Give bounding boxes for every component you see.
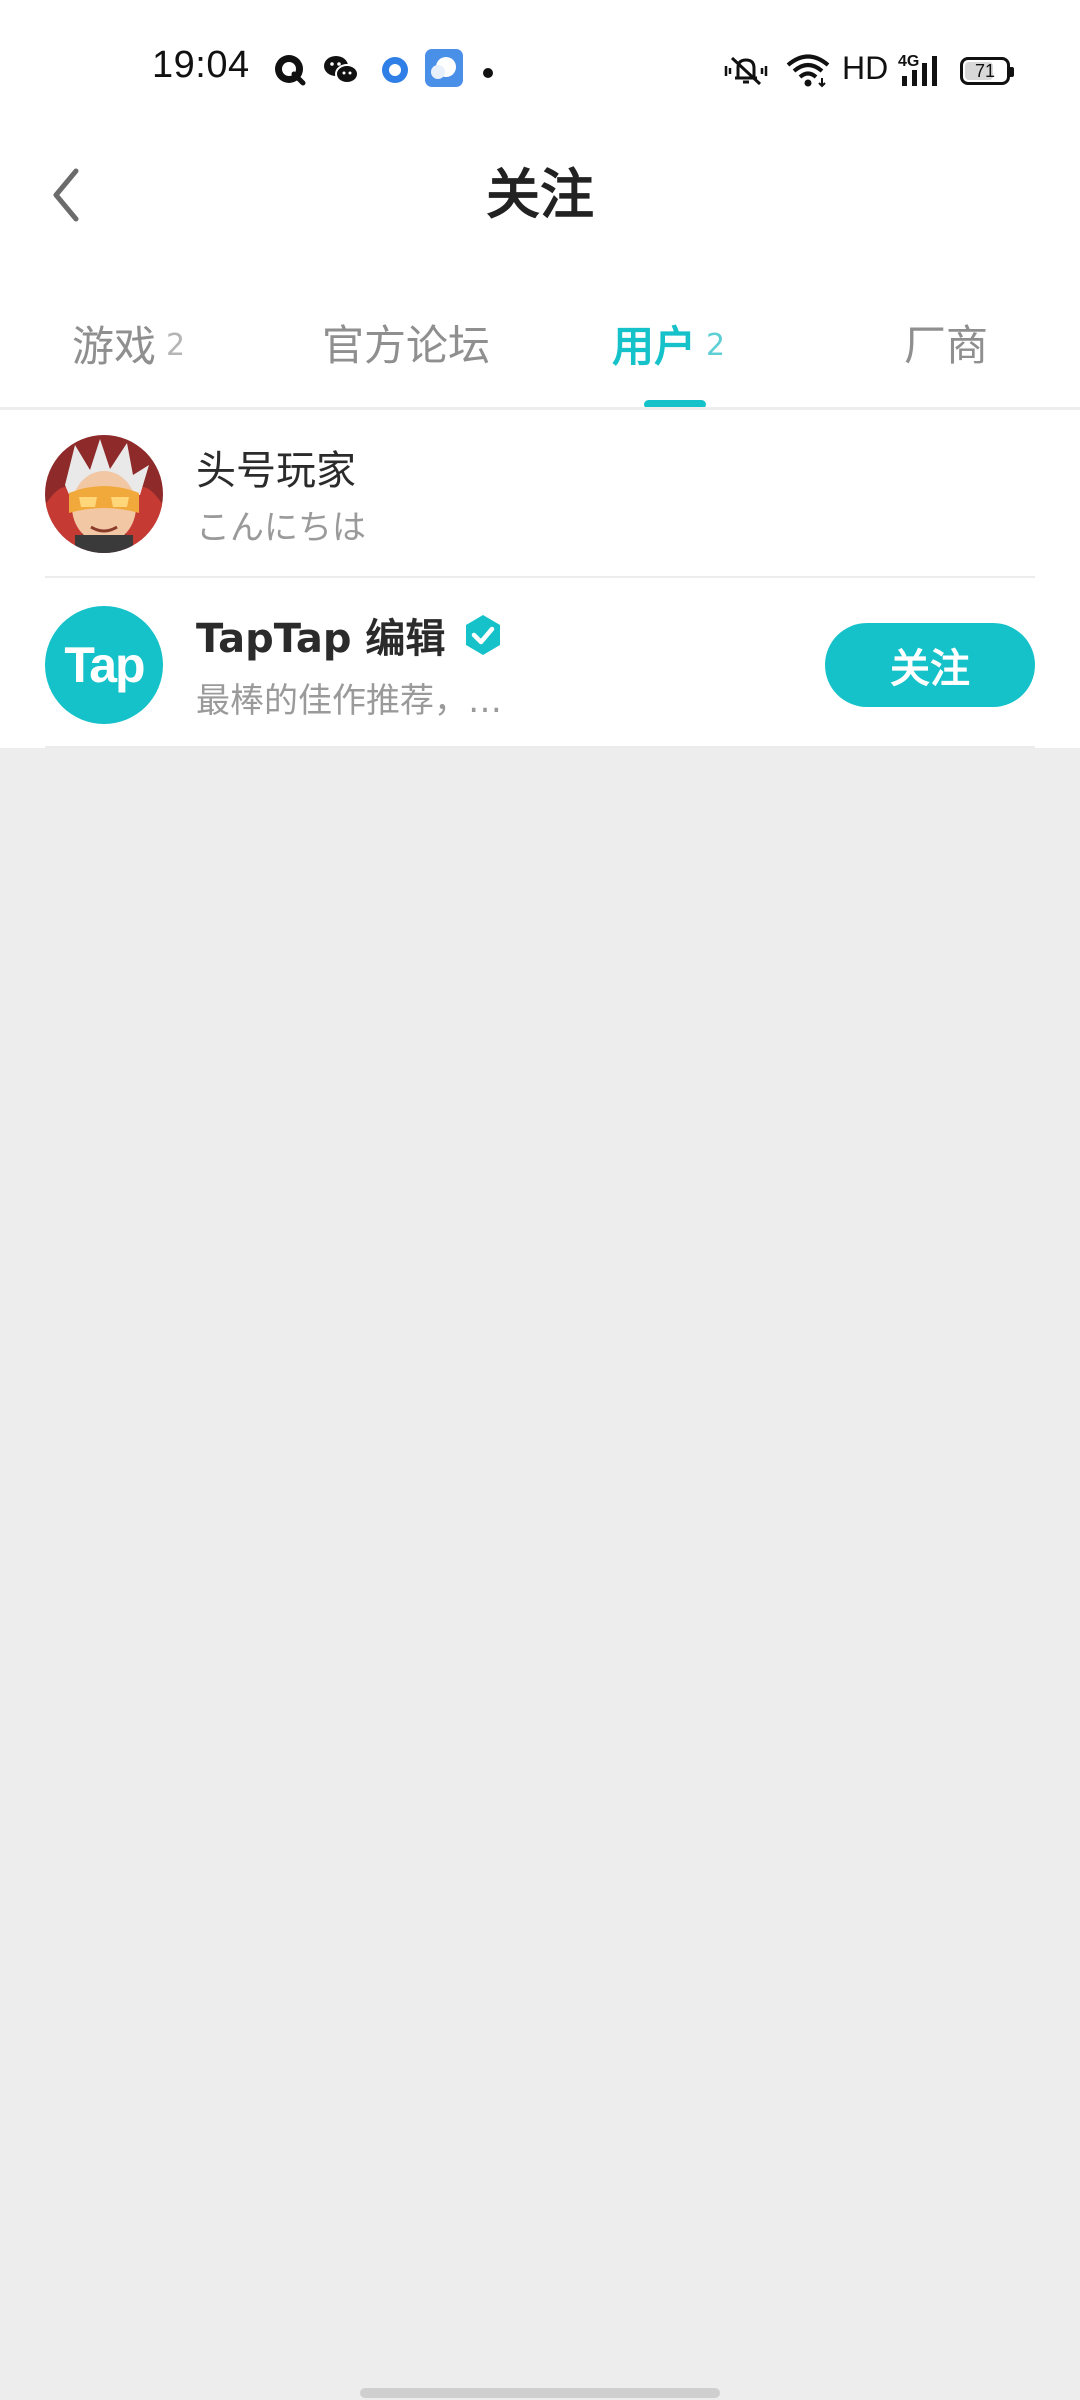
list-item[interactable]: 头号玩家 こんにちは — [0, 410, 1080, 578]
qq-icon — [272, 52, 308, 92]
page-title: 关注 — [486, 163, 594, 226]
follow-button[interactable]: 关注 — [825, 623, 1035, 707]
user-name[interactable]: TapTap 编辑 — [196, 606, 505, 664]
tab-label: 游戏 — [72, 322, 157, 371]
blue-circle-app-icon — [378, 52, 412, 92]
tab-label: 用户 — [612, 322, 697, 371]
tab-label: 官方论坛 — [322, 321, 491, 370]
more-dot-icon — [482, 64, 494, 83]
user-bio: こんにちは — [196, 508, 366, 548]
tab-label: 厂商 — [904, 321, 989, 370]
user-name-text: TapTap 编辑 — [196, 616, 446, 662]
tab-games[interactable]: 游戏 2 — [72, 316, 185, 376]
avatar[interactable] — [45, 435, 163, 553]
status-bar: 19:04 HD 4G 71 — [0, 0, 1080, 140]
taptap-logo-text: Tap — [64, 637, 145, 693]
user-name[interactable]: 头号玩家 — [196, 438, 356, 496]
wechat-icon — [322, 52, 360, 92]
weather-app-icon — [424, 48, 464, 92]
avatar[interactable]: Tap — [45, 606, 163, 724]
tab-users[interactable]: 用户 2 — [612, 316, 725, 376]
network-hd-label: HD — [842, 50, 889, 86]
battery-icon: 71 — [960, 57, 1014, 85]
tab-bar: 游戏 2 官方论坛 用户 2 厂商 — [0, 300, 1080, 410]
list-item[interactable]: Tap TapTap 编辑 最棒的佳作推荐，… 关注 — [0, 578, 1080, 748]
tab-count: 2 — [706, 328, 726, 363]
home-indicator[interactable] — [360, 2388, 720, 2398]
tab-vendors[interactable]: 厂商 — [904, 316, 988, 376]
row-divider — [45, 746, 1035, 748]
signal-icon — [902, 54, 942, 92]
verified-badge-icon — [461, 613, 505, 657]
status-time: 19:04 — [152, 44, 250, 86]
battery-level: 71 — [974, 60, 996, 81]
tab-count: 2 — [166, 328, 186, 363]
vibrate-mute-icon — [722, 54, 770, 92]
wifi-icon — [786, 54, 830, 92]
user-bio: 最棒的佳作推荐，… — [196, 681, 502, 721]
tab-official-forum[interactable]: 官方论坛 — [322, 316, 490, 376]
